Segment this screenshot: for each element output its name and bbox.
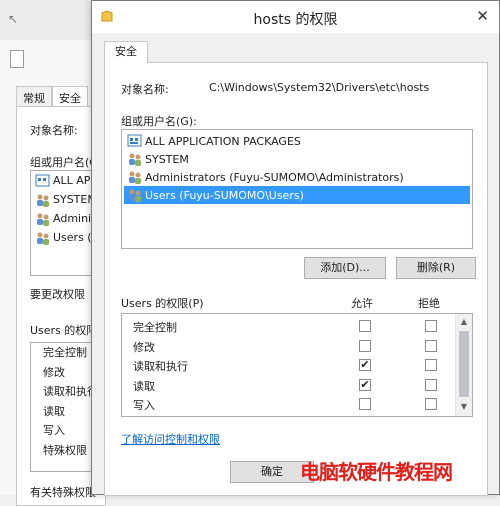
allow-checkbox-checked[interactable]: ✔: [359, 378, 371, 391]
access-control-link[interactable]: 了解访问控制和权限: [121, 431, 220, 447]
list-item[interactable]: Admini: [31, 209, 99, 228]
deny-header: 拒绝: [418, 297, 440, 310]
perm-name: 完全控制: [133, 321, 177, 334]
tab-security[interactable]: 安全: [104, 41, 148, 63]
file-icon: [10, 50, 24, 68]
object-name-value: C:\Windows\System32\Drivers\etc\hosts: [209, 81, 430, 94]
allow-checkbox[interactable]: [359, 398, 371, 410]
list-item[interactable]: Users (: [31, 228, 99, 247]
pin-icon: ↖: [8, 12, 19, 26]
user-group-icon: [35, 212, 51, 226]
background-user-list[interactable]: ALL AP SYSTEM Admini Users (: [30, 170, 100, 276]
list-item: 写入: [43, 424, 65, 437]
object-name-label: 对象名称:: [121, 83, 169, 96]
list-item-label: ALL APPLICATION PACKAGES: [145, 134, 301, 148]
allow-checkbox-checked[interactable]: ✔: [359, 359, 371, 371]
table-row: 写入: [122, 394, 456, 414]
list-item-label: SYSTEM: [145, 152, 189, 166]
permissions-dialog: hosts 的权限 ✕ 安全 对象名称: C:\Windows\System32…: [91, 0, 500, 496]
close-icon[interactable]: ✕: [476, 7, 489, 25]
list-item[interactable]: Administrators (Fuyu-SUMOMO\Administrato…: [124, 168, 470, 186]
list-item: 读取: [43, 404, 65, 418]
perm-name: 读取和执行: [133, 360, 188, 373]
app-packages-icon: [35, 174, 51, 188]
perm-name: 修改: [133, 340, 155, 354]
deny-checkbox[interactable]: [425, 359, 437, 371]
remove-button[interactable]: 删除(R): [396, 257, 476, 279]
object-name-label: 对象名称:: [30, 124, 78, 137]
scroll-down-icon[interactable]: ▼: [456, 402, 472, 411]
background-perm-list: 完全控制 修改 读取和执行 读取 写入 特殊权限: [30, 342, 100, 472]
scroll-up-icon[interactable]: ▲: [456, 317, 472, 326]
deny-checkbox[interactable]: [425, 339, 437, 352]
list-item: 读取和执行: [43, 385, 98, 398]
list-item[interactable]: ALL APPLICATION PACKAGES: [124, 132, 470, 150]
add-button[interactable]: 添加(D)...: [304, 257, 386, 279]
user-group-icon: [127, 188, 143, 202]
user-group-icon: [35, 193, 51, 207]
allow-header: 允许: [351, 297, 373, 310]
perm-name: 读取: [133, 379, 155, 393]
list-item[interactable]: SYSTEM: [124, 150, 470, 168]
deny-checkbox[interactable]: [425, 320, 437, 332]
list-item-label: Admini: [53, 212, 92, 225]
user-group-icon: [127, 170, 143, 184]
security-panel: 对象名称: C:\Windows\System32\Drivers\etc\ho…: [104, 62, 488, 496]
deny-checkbox[interactable]: [425, 378, 437, 391]
app-packages-icon: [127, 134, 143, 148]
advanced-label: 有关特殊权限: [30, 486, 96, 499]
table-row: 读取和执行 ✔: [122, 355, 456, 375]
table-row: 完全控制: [122, 316, 456, 336]
tab-general[interactable]: 常规: [16, 86, 52, 106]
change-perm-label: 要更改权限: [30, 288, 85, 301]
tab-security[interactable]: 安全: [52, 86, 88, 106]
list-item[interactable]: ALL AP: [31, 171, 99, 190]
list-item[interactable]: SYSTEM: [31, 190, 99, 209]
dialog-title: hosts 的权限: [253, 12, 338, 28]
list-item-label: ALL AP: [53, 174, 91, 187]
scrollbar[interactable]: ▲ ▼: [455, 314, 472, 416]
user-group-icon: [127, 152, 143, 166]
watermark: 电脑软硬件教程网: [300, 460, 453, 484]
allow-checkbox[interactable]: [359, 320, 371, 332]
deny-checkbox[interactable]: [425, 398, 437, 410]
users-perm-label: Users 的权限: [30, 324, 98, 337]
list-item: 完全控制: [43, 346, 87, 359]
list-item-label: Users (Fuyu-SUMOMO\Users): [145, 188, 304, 202]
user-group-icon: [35, 231, 51, 245]
list-item: 修改: [43, 365, 65, 379]
title-bar: hosts 的权限 ✕: [92, 1, 499, 33]
group-label: 组或用户名(G):: [121, 115, 197, 128]
user-list[interactable]: ALL APPLICATION PACKAGES SYSTEM Administ…: [121, 129, 473, 249]
list-item: 特殊权限: [43, 443, 87, 457]
background-tabs: 常规 安全: [16, 86, 88, 106]
table-row: 修改: [122, 336, 456, 356]
allow-checkbox[interactable]: [359, 339, 371, 352]
list-item-selected[interactable]: Users (Fuyu-SUMOMO\Users): [124, 186, 470, 204]
scrollbar-thumb[interactable]: [459, 331, 469, 397]
group-label: 组或用户名(G: [30, 156, 98, 169]
list-item-label: Administrators (Fuyu-SUMOMO\Administrato…: [145, 170, 404, 184]
perm-name: 写入: [133, 399, 155, 412]
perm-header: Users 的权限(P): [121, 297, 204, 310]
permissions-list: 完全控制 修改 读取和执行 ✔ 读取 ✔ 写入 ▲ ▼: [121, 313, 473, 417]
table-row: 读取 ✔: [122, 375, 456, 395]
list-item-label: Users (: [53, 231, 92, 244]
